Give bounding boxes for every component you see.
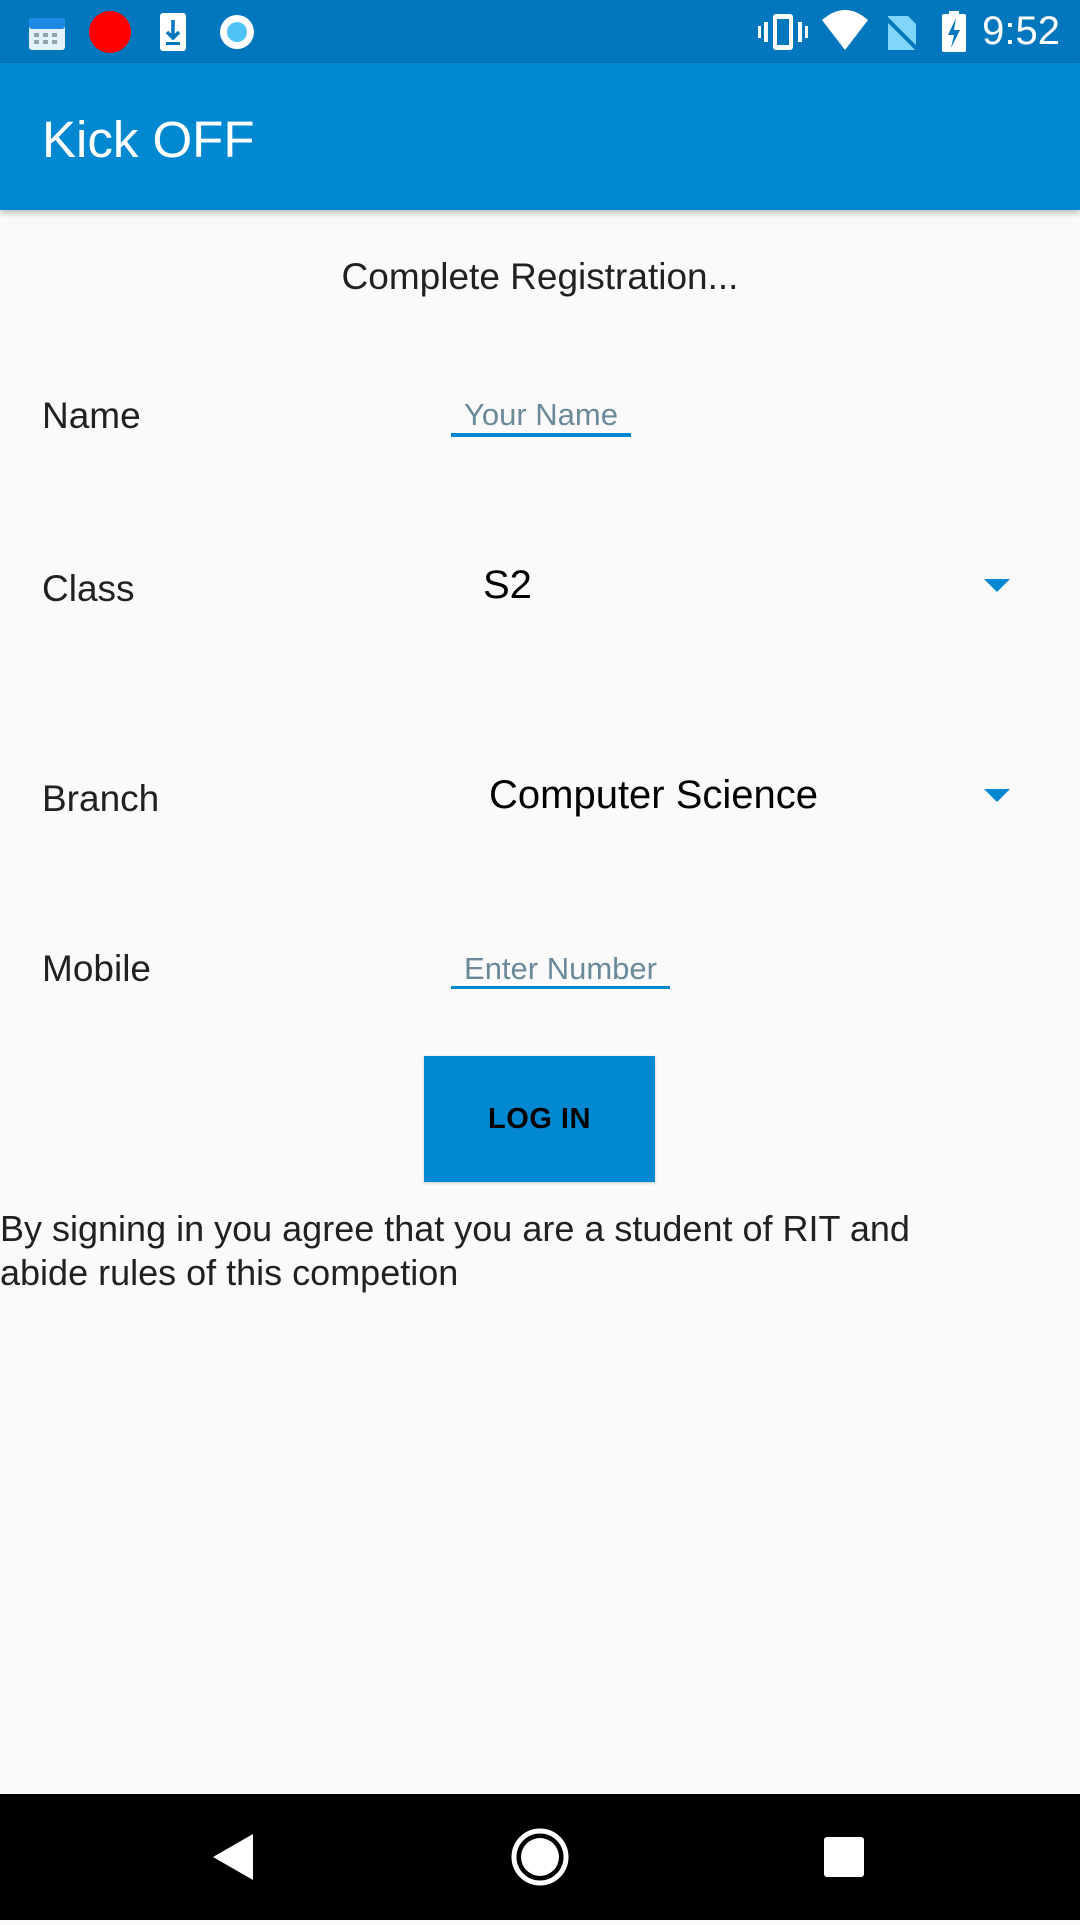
disclaimer-line-1: By signing in you agree that you are a s… — [0, 1208, 910, 1249]
calendar-app-icon — [28, 0, 66, 68]
name-label: Name — [42, 395, 141, 436]
dropdown-arrow-icon — [984, 789, 1010, 802]
name-input[interactable] — [451, 394, 631, 436]
vibrate-icon — [758, 0, 808, 68]
home-icon[interactable] — [500, 1794, 580, 1925]
class-selected-value: S2 — [483, 563, 532, 607]
disclaimer-text: By signing in you agree that you are a s… — [0, 1207, 960, 1295]
mobile-label: Mobile — [42, 948, 151, 989]
class-spinner[interactable]: S2 — [470, 545, 1030, 625]
mobile-input[interactable] — [451, 948, 670, 990]
login-button[interactable]: LOG IN — [424, 1056, 655, 1182]
navigation-bar — [0, 1794, 1080, 1920]
status-bar: 9:52 — [0, 0, 1080, 63]
branch-spinner[interactable]: Computer Science — [470, 755, 1030, 835]
branch-label: Branch — [42, 778, 160, 819]
download-icon — [158, 0, 188, 68]
wifi-icon — [820, 0, 870, 68]
status-time: 9:52 — [982, 9, 1060, 53]
sync-circle-icon — [217, 0, 257, 68]
registration-heading: Complete Registration... — [341, 256, 739, 297]
battery-charging-icon — [940, 0, 968, 68]
branch-selected-value: Computer Science — [489, 773, 819, 817]
dropdown-arrow-icon — [984, 579, 1010, 592]
name-input-underline — [451, 433, 631, 437]
record-dot-icon — [88, 0, 132, 68]
class-label: Class — [42, 568, 135, 609]
no-sim-icon — [880, 0, 922, 68]
mobile-input-underline — [451, 986, 670, 989]
app-title: Kick OFF — [42, 111, 255, 168]
app-bar: Kick OFF — [0, 63, 1080, 210]
disclaimer-line-2: abide rules of this competion — [0, 1252, 459, 1293]
back-icon[interactable] — [195, 1794, 275, 1925]
recents-icon[interactable] — [804, 1794, 884, 1925]
